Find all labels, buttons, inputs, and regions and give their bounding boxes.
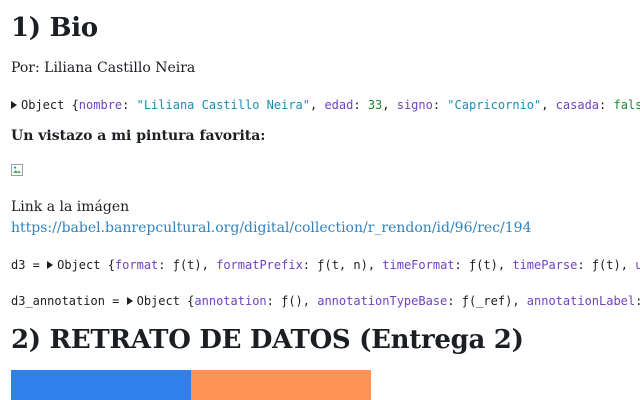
field-separator: , (620, 258, 636, 272)
favorite-painting-heading: Un vistazo a mi pintura favorita: (11, 128, 266, 144)
field-separator: , (541, 98, 556, 112)
field-value: ƒ(t, n) (317, 258, 368, 272)
field-colon: : (158, 258, 173, 272)
object-prefix: Object { (21, 98, 79, 112)
image-link-caption: Link a la imágen (11, 199, 130, 215)
field-colon: : (635, 294, 640, 308)
field-colon: : (447, 294, 462, 308)
expand-caret-icon[interactable] (11, 101, 17, 109)
painting-link[interactable]: https://babel.banrepcultural.org/digital… (11, 218, 531, 238)
field-value: ƒ(_ref) (461, 294, 513, 308)
expand-caret-icon[interactable] (47, 261, 54, 269)
field-key: signo (396, 98, 433, 112)
field-value: ƒ(t) (172, 258, 202, 272)
bio-object-inspector[interactable]: Object {nombre: "Liliana Castillo Neira"… (11, 97, 640, 113)
field-value: ƒ(t) (591, 258, 621, 272)
section-title-retrato: 2) RETRATO DE DATOS (Entrega 2) (11, 325, 524, 355)
object-prefix: Object { (57, 258, 115, 272)
field-value: ƒ() (281, 294, 303, 308)
field-value: ƒ(t) (468, 258, 498, 272)
expand-caret-icon[interactable] (126, 297, 133, 305)
field-key: format (114, 258, 159, 272)
section-title-bio: 1) Bio (11, 13, 98, 43)
field-value: "Liliana Castillo Neira" (136, 98, 310, 112)
object-fields: format: ƒ(t), formatPrefix: ƒ(t, n), tim… (115, 258, 640, 272)
field-value: "Capricornio" (447, 98, 542, 112)
field-colon: : (302, 258, 318, 272)
field-separator: , (201, 258, 217, 272)
field-separator: , (497, 258, 513, 272)
field-separator: , (367, 258, 383, 272)
field-colon: : (432, 98, 448, 112)
chart-bar-blue (11, 370, 191, 400)
object-prefix: Object { (136, 294, 195, 308)
field-key: formatPrefix (216, 258, 303, 272)
field-colon: : (122, 98, 137, 112)
field-colon: : (454, 258, 469, 272)
author-line: Por: Liliana Castillo Neira (11, 60, 196, 76)
field-key: utcFormat (635, 258, 640, 272)
field-key: casada (555, 98, 600, 112)
chart-bar-orange (191, 370, 371, 400)
object-fields: nombre: "Liliana Castillo Neira", edad: … (79, 98, 640, 112)
broken-image-icon (11, 164, 23, 176)
field-colon: : (577, 258, 592, 272)
field-colon: : (599, 98, 614, 112)
object-fields: annotation: ƒ(), annotationTypeBase: ƒ(_… (194, 294, 640, 308)
notebook-page: 1) Bio Por: Liliana Castillo Neira Objec… (11, 0, 640, 400)
field-separator: , (310, 98, 325, 112)
d3-annotation-object-inspector[interactable]: d3_annotation = Object {annotation: ƒ(),… (11, 293, 640, 309)
field-key: nombre (78, 98, 123, 112)
field-key: annotationTypeBase (317, 294, 448, 308)
field-value: false (613, 98, 640, 112)
field-separator: , (382, 98, 397, 112)
field-key: edad (324, 98, 354, 112)
field-key: timeFormat (382, 258, 455, 272)
field-colon: : (353, 98, 368, 112)
field-key: annotationLabel (526, 294, 636, 308)
d3-object-inspector[interactable]: d3 = Object {format: ƒ(t), formatPrefix:… (11, 257, 640, 273)
field-separator: , (302, 294, 318, 308)
field-colon: : (266, 294, 282, 308)
field-key: annotation (194, 294, 267, 308)
field-key: timeParse (512, 258, 578, 272)
d3-var-name: d3 = (11, 258, 48, 272)
d3-annotation-var-name: d3_annotation = (11, 294, 127, 308)
field-separator: , (512, 294, 527, 308)
field-value: 33 (367, 98, 383, 112)
